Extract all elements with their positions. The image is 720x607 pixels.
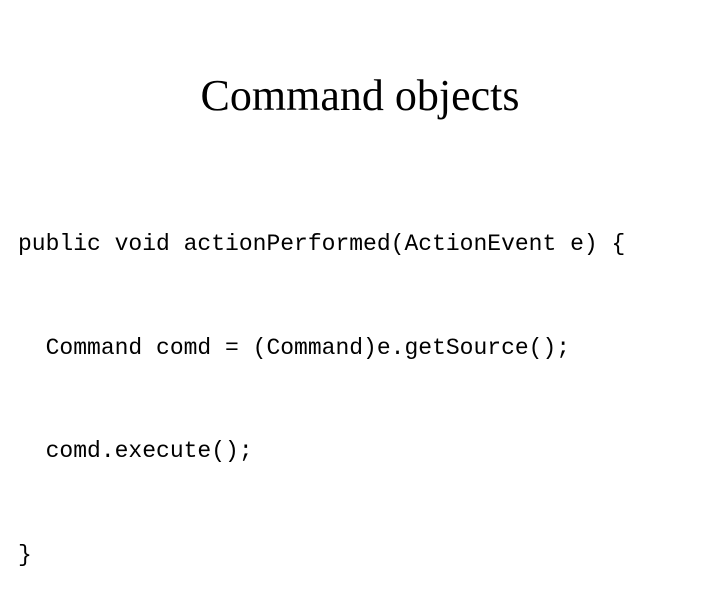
code-block: public void actionPerformed(ActionEvent …	[18, 158, 625, 607]
code-line-execute-call: comd.execute();	[18, 438, 253, 464]
code-line-closing-brace: }	[18, 541, 32, 568]
slide-title: Command objects	[200, 71, 520, 120]
code-line-method-signature: public void actionPerformed(ActionEvent …	[18, 231, 626, 257]
code-line-cast-source: Command comd = (Command)e.getSource();	[18, 334, 571, 361]
